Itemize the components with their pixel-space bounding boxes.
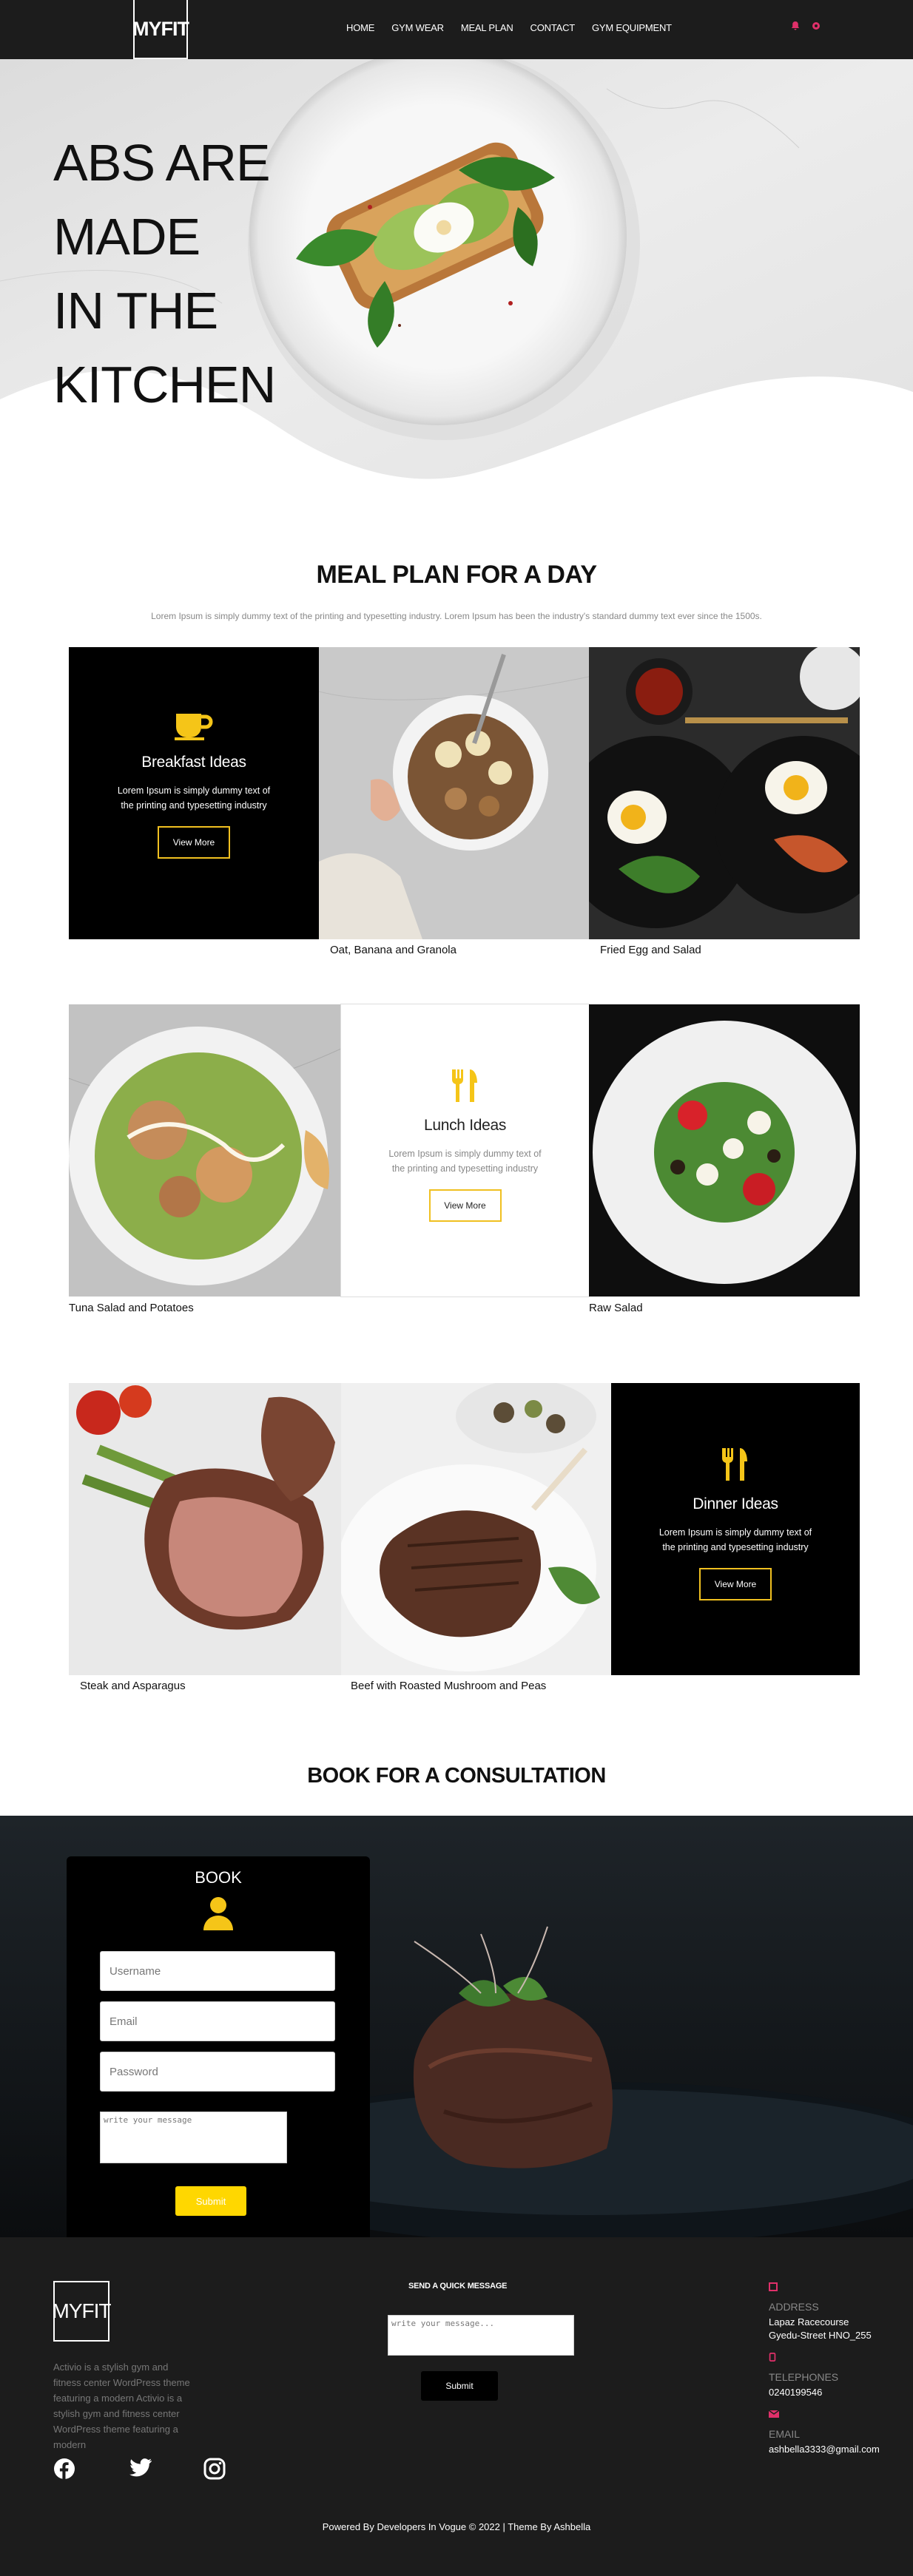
meal-plan-subtitle: Lorem Ipsum is simply dummy text of the … [151, 611, 762, 621]
dinner-text: Lorem Ipsum is simply dummy text of the … [658, 1527, 812, 1552]
telephone-number: 0240199546 [769, 2387, 823, 2398]
footer-logo[interactable]: MYFIT [53, 2281, 112, 2342]
envelope-icon [768, 2410, 780, 2418]
site-logo[interactable]: MYFIT [132, 0, 189, 59]
user-icon [203, 1897, 233, 1930]
address-label: ADDRESS [769, 2301, 819, 2313]
hero-title: ABS ARE MADE IN THE KITCHEN [53, 126, 408, 422]
tuna-salad-potatoes-image [69, 1004, 341, 1297]
steak-asparagus-image [69, 1383, 341, 1675]
raw-salad-caption: Raw Salad [589, 1302, 643, 1314]
booking-form: BOOK Username Email Password write your … [67, 1856, 370, 2237]
breakfast-card: Breakfast Ideas Lorem Ipsum is simply du… [69, 647, 319, 939]
message-textarea[interactable]: write your message [100, 2112, 287, 2163]
nav-meal-plan[interactable]: MEAL PLAN [461, 22, 513, 33]
beef-mushroom-peas-caption: Beef with Roasted Mushroom and Peas [351, 1680, 547, 1692]
nav-gym-equipment[interactable]: GYM EQUIPMENT [592, 22, 672, 33]
email-label: EMAIL [769, 2428, 801, 2440]
main-nav: HOME GYM WEAR MEAL PLAN CONTACT GYM EQUI… [346, 22, 672, 33]
nav-gym-wear[interactable]: GYM WEAR [391, 22, 444, 33]
hero-title-line2: IN THE KITCHEN [53, 282, 276, 413]
steak-asparagus-caption: Steak and Asparagus [80, 1680, 186, 1692]
address-line2: Gyedu-Street HNO_255 [769, 2330, 872, 2341]
username-input[interactable]: Username [100, 1951, 335, 1991]
facebook-icon[interactable] [53, 2458, 75, 2480]
fried-egg-salad-image [589, 647, 860, 939]
fork-knife-icon [451, 1069, 477, 1102]
lunch-title: Lunch Ideas [423, 1117, 507, 1134]
bell-icon[interactable] [790, 21, 801, 31]
email-input[interactable]: Email [100, 2001, 335, 2041]
quick-message-textarea[interactable]: write your message... [388, 2315, 574, 2356]
quick-message-title: SEND A QUICK MESSAGE [408, 2282, 508, 2291]
instagram-icon[interactable] [203, 2458, 226, 2480]
hero-banner: ABS ARE MADE IN THE KITCHEN [0, 59, 913, 488]
dinner-title: Dinner Ideas [693, 1495, 778, 1512]
footer-contact: ADDRESS Lapaz Racecourse Gyedu-Street HN… [768, 2282, 880, 2456]
quick-message-submit-button[interactable]: Submit [421, 2371, 498, 2401]
nav-contact[interactable]: CONTACT [530, 22, 576, 33]
dinner-card: Dinner Ideas Lorem Ipsum is simply dummy… [611, 1383, 860, 1675]
beef-mushroom-peas-image [341, 1383, 611, 1675]
footer-description: Activio is a stylish gym and fitness cen… [53, 2362, 190, 2450]
raw-salad-image [589, 1004, 860, 1297]
booking-form-title: BOOK [195, 1868, 242, 1887]
booking-title: BOOK FOR A CONSULTATION [307, 1764, 606, 1788]
fork-knife-icon [721, 1448, 747, 1481]
meal-plan-title: MEAL PLAN FOR A DAY [316, 561, 597, 589]
breakfast-text: Lorem Ipsum is simply dummy text of the … [117, 785, 271, 811]
phone-icon [769, 2353, 776, 2362]
password-input[interactable]: Password [100, 2052, 335, 2092]
address-line1: Lapaz Racecourse [769, 2316, 849, 2327]
booking-submit-button[interactable]: Submit [175, 2186, 246, 2216]
lunch-view-more-button[interactable]: View More [428, 1189, 502, 1222]
hero-title-line1: ABS ARE MADE [53, 134, 271, 266]
tuna-salad-potatoes-caption: Tuna Salad and Potatoes [69, 1302, 194, 1314]
dinner-view-more-button[interactable]: View More [699, 1568, 772, 1600]
lunch-text: Lorem Ipsum is simply dummy text of the … [388, 1149, 542, 1174]
site-header: MYFIT HOME GYM WEAR MEAL PLAN CONTACT GY… [0, 0, 913, 59]
header-icons [790, 21, 821, 31]
oat-banana-granola-caption: Oat, Banana and Granola [330, 944, 457, 956]
copyright-text: Powered By Developers In Vogue © 2022 | … [322, 2521, 591, 2532]
breakfast-view-more-button[interactable]: View More [158, 826, 230, 859]
location-icon [769, 2282, 778, 2291]
fried-egg-salad-caption: Fried Egg and Salad [600, 944, 701, 956]
coffee-cup-icon [175, 714, 213, 740]
twitter-icon[interactable] [129, 2458, 152, 2478]
nav-home[interactable]: HOME [346, 22, 374, 33]
lunch-card: Lunch Ideas Lorem Ipsum is simply dummy … [341, 1004, 589, 1297]
breakfast-title: Breakfast Ideas [141, 754, 246, 771]
oat-banana-granola-image [319, 647, 589, 939]
telephones-label: TELEPHONES [769, 2371, 839, 2383]
email-address[interactable]: ashbella3333@gmail.com [769, 2443, 880, 2456]
settings-icon[interactable] [811, 21, 821, 31]
site-footer: MYFIT Activio is a stylish gym and fitne… [0, 2237, 913, 2576]
